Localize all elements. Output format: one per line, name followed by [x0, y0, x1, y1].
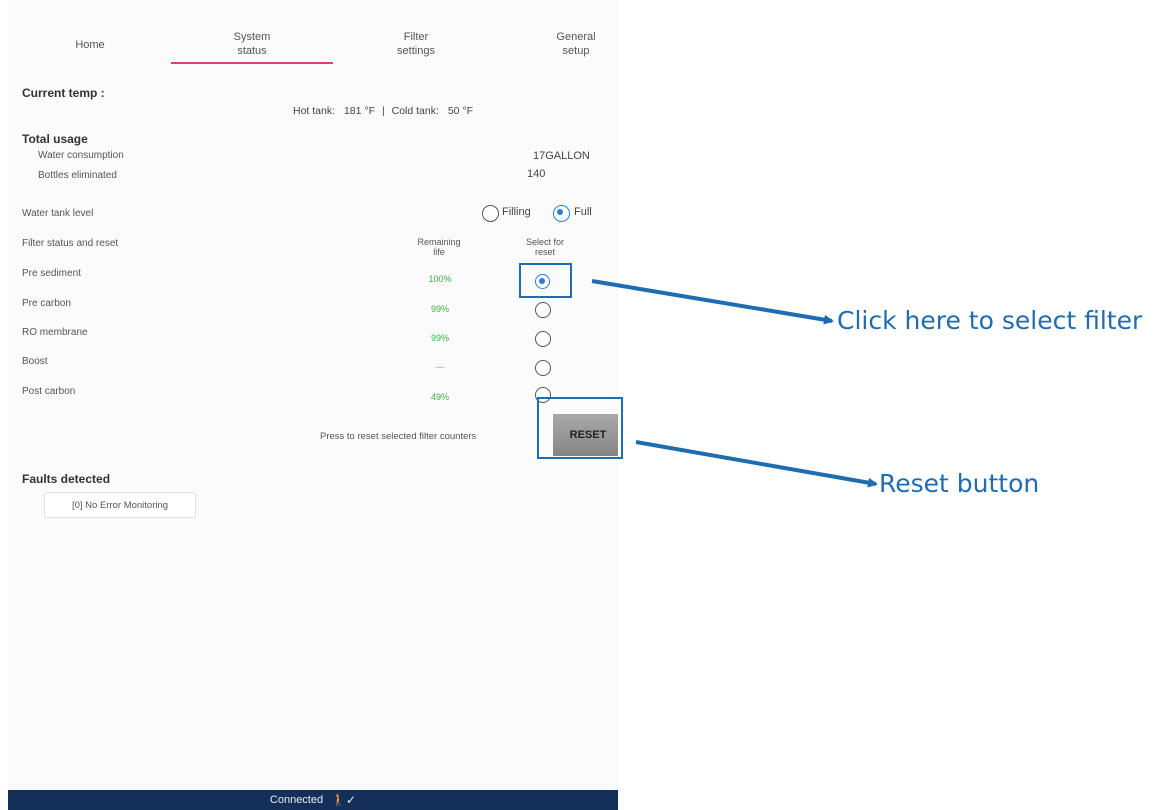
select-filter-annotation: Click here to select filter — [837, 306, 1143, 335]
select-filter-arrow — [591, 279, 834, 325]
annotation-arrows — [591, 279, 878, 488]
reset-button-arrow — [635, 440, 878, 488]
reset-button-annotation: Reset button — [879, 469, 1040, 498]
